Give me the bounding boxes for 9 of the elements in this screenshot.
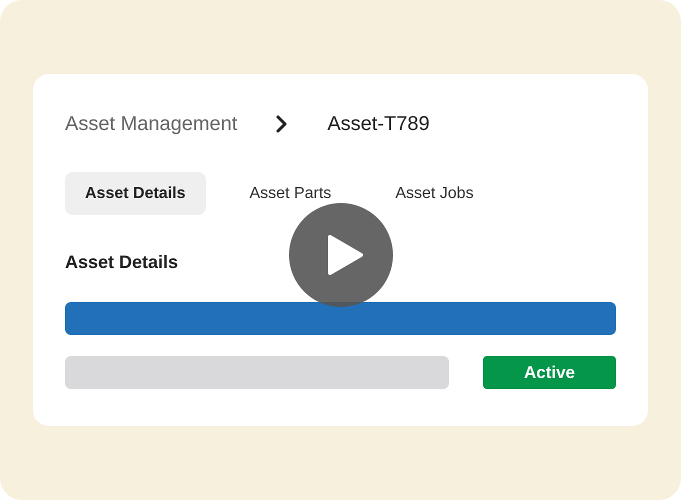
play-icon: [326, 234, 364, 276]
status-button[interactable]: Active: [483, 356, 616, 389]
tab[interactable]: Asset Details: [65, 172, 206, 215]
chevron-icon: [275, 115, 290, 133]
tab[interactable]: Asset Parts: [230, 184, 352, 204]
breadcrumb-current: Asset-T789: [327, 112, 430, 137]
tab[interactable]: Asset Jobs: [375, 184, 494, 204]
breadcrumb-link[interactable]: Asset Management: [65, 109, 238, 139]
section-title: Asset Details: [65, 251, 178, 274]
